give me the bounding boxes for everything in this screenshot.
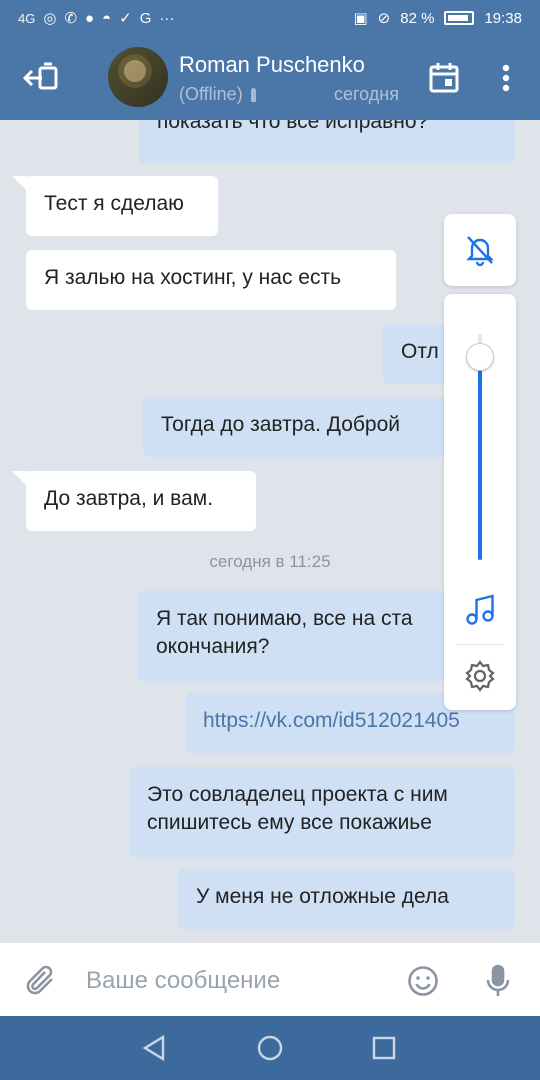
message-bubble-outgoing[interactable]: показать что все исправно? xyxy=(139,120,515,164)
contact-avatar[interactable] xyxy=(108,47,168,107)
message-text: Отл xyxy=(401,340,439,363)
mute-icon: ⊘ xyxy=(377,10,391,27)
message-composer xyxy=(0,942,540,1016)
volume-panel xyxy=(444,294,516,710)
message-text: Это совладелец проекта с ним xyxy=(147,783,448,806)
attach-button[interactable] xyxy=(24,963,60,999)
hotspot-icon: ◎ xyxy=(43,10,57,27)
circle-home-icon xyxy=(257,1035,283,1061)
contact-presence: (Offline) сегодня xyxy=(179,84,399,105)
messages-icon: ● xyxy=(85,9,95,27)
square-recents-icon xyxy=(372,1036,396,1060)
contact-name[interactable]: Roman Puschenko xyxy=(179,52,365,78)
discord-icon: ◓ xyxy=(102,9,112,27)
microphone-icon xyxy=(486,964,510,996)
message-text: Тест я сделаю xyxy=(44,192,184,215)
message-bubble-outgoing[interactable]: Это совладелец проекта с ним спишитесь е… xyxy=(129,767,515,857)
message-bubble-incoming[interactable]: Я залью на хостинг, у нас есть xyxy=(26,250,396,310)
volume-divider xyxy=(456,644,504,645)
status-bar: 4G ◎ ✆ ● ◓ ✓ G ··· ▣ ⊘ 82 % 19:38 xyxy=(0,0,540,36)
message-bubble-incoming[interactable]: Тест я сделаю xyxy=(12,176,218,236)
message-bubble-outgoing[interactable]: У меня не отложные дела xyxy=(178,869,515,929)
paperclip-icon xyxy=(26,965,53,995)
last-seen: сегодня xyxy=(334,84,399,104)
message-bubble-incoming[interactable]: До завтра, и вам. xyxy=(12,471,256,531)
nav-back-button[interactable] xyxy=(138,1032,170,1064)
network-type: 4G xyxy=(18,10,36,26)
media-volume-button[interactable] xyxy=(462,592,498,628)
android-icon xyxy=(250,87,256,102)
message-text: У меня не отложные дела xyxy=(196,885,449,908)
app-bar: Roman Puschenko (Offline) сегодня xyxy=(0,36,540,120)
more-vertical-icon xyxy=(502,64,510,92)
more-dots-icon: ··· xyxy=(159,9,175,27)
message-text: Я залью на хостинг, у нас есть xyxy=(44,266,342,289)
back-icon xyxy=(22,62,58,90)
music-note-icon xyxy=(466,594,494,625)
battery-percent: 82 % xyxy=(400,9,435,27)
system-navigation-bar xyxy=(0,1016,540,1080)
sound-settings-button[interactable] xyxy=(462,658,498,694)
smiley-icon xyxy=(408,966,438,996)
volume-slider-handle[interactable] xyxy=(466,342,494,371)
battery-icon xyxy=(444,11,475,25)
message-input[interactable] xyxy=(86,961,386,1001)
clock: 19:38 xyxy=(484,9,522,27)
message-text: спишитесь ему все покажиье xyxy=(147,811,432,834)
message-text: показать что все исправно? xyxy=(157,120,429,133)
presence-status: (Offline) xyxy=(179,84,243,104)
message-text: Тогда до завтра. Доброй xyxy=(161,413,401,436)
bell-off-icon xyxy=(466,236,494,266)
nfc-icon: ▣ xyxy=(353,10,368,27)
volume-slider-fill xyxy=(478,356,482,560)
voice-message-button[interactable] xyxy=(482,962,514,1000)
nav-home-button[interactable] xyxy=(254,1032,286,1064)
message-text: До завтра, и вам. xyxy=(44,487,214,510)
calendar-icon xyxy=(429,63,459,93)
calendar-button[interactable] xyxy=(424,56,464,100)
message-link[interactable]: https://vk.com/id512021405 xyxy=(203,709,460,732)
nav-recents-button[interactable] xyxy=(368,1032,400,1064)
emoji-button[interactable] xyxy=(406,964,440,998)
whatsapp-icon: ✆ xyxy=(64,10,78,27)
gear-icon xyxy=(465,660,495,692)
vk-icon: ✓ xyxy=(119,10,132,27)
google-icon: G xyxy=(139,9,152,27)
triangle-back-icon xyxy=(142,1034,165,1062)
more-options-button[interactable] xyxy=(488,56,524,100)
back-button[interactable] xyxy=(20,56,64,100)
volume-mute-button[interactable] xyxy=(444,214,516,286)
